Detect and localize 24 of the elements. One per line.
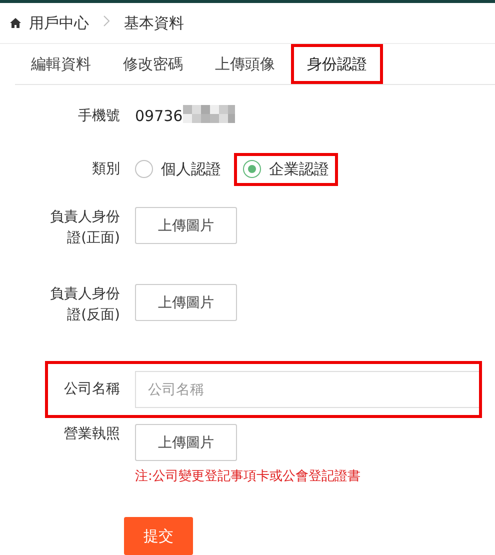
field-label: 手機號: [77, 106, 121, 126]
radio-option[interactable]: 個人認證: [129, 156, 227, 182]
field-label: 類別: [91, 160, 121, 178]
note-text: 注:公司變更登記事項卡或公會登記證書: [135, 468, 360, 485]
phone-number: 09736: [135, 107, 183, 125]
field-label: 負責人身份證(反面): [49, 285, 121, 325]
upload-button[interactable]: 上傳圖片: [135, 424, 237, 461]
tab[interactable]: 修改密碼: [107, 44, 199, 84]
radio-icon: [243, 160, 261, 178]
tab[interactable]: 身份認證: [291, 44, 383, 84]
field-label: 公司名稱: [63, 380, 121, 399]
field-label: 負責人身份證(正面): [49, 208, 121, 248]
radio-icon: [135, 160, 153, 178]
home-icon: [10, 18, 21, 28]
upload-button[interactable]: 上傳圖片: [135, 284, 237, 321]
upload-button[interactable]: 上傳圖片: [135, 207, 237, 244]
breadcrumb-current: 基本資料: [124, 14, 184, 32]
radio-option[interactable]: 企業認證: [237, 156, 335, 182]
breadcrumb-link[interactable]: 用戶中心: [29, 14, 89, 32]
redaction-blur: [182, 105, 235, 123]
company-name-field[interactable]: 公司名稱: [135, 371, 479, 408]
field-label: 營業執照: [63, 425, 121, 444]
tab[interactable]: 編輯資料: [15, 44, 107, 84]
tab[interactable]: 上傳頭像: [199, 44, 291, 84]
